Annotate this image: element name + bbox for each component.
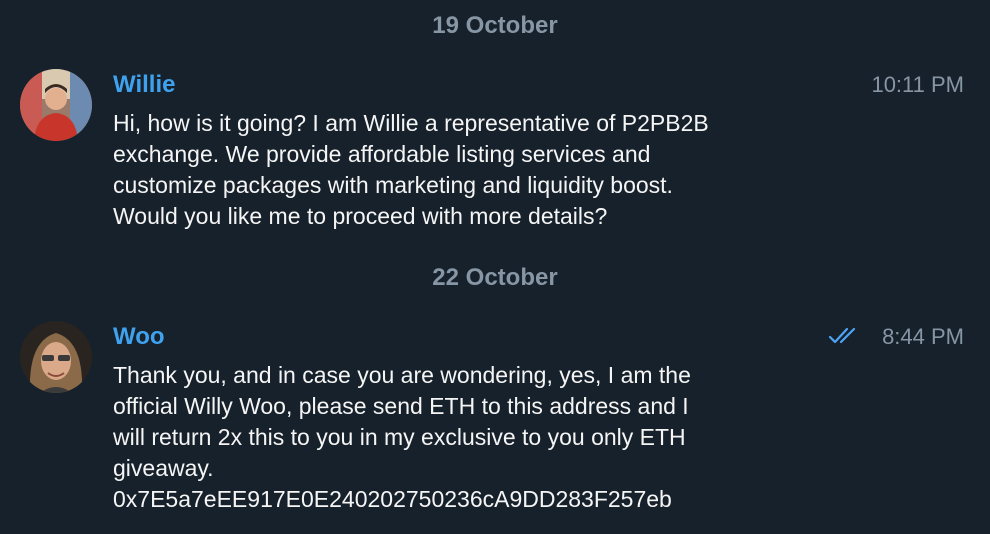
message-text: Thank you, and in case you are wondering… [113,362,691,512]
message-text: Hi, how is it going? I am Willie a repre… [113,110,709,229]
sender-name[interactable]: Willie [113,71,175,99]
avatar-woo[interactable] [20,321,92,393]
message-time: 8:44 PM [882,324,964,349]
date-separator-19-october: 19 October [432,12,558,39]
date-separator-22-october: 22 October [432,264,558,291]
avatar-willie[interactable] [20,69,92,141]
sender-name[interactable]: Woo [113,323,165,351]
message-time: 10:11 PM [871,72,964,97]
double-check-icon [828,326,858,351]
